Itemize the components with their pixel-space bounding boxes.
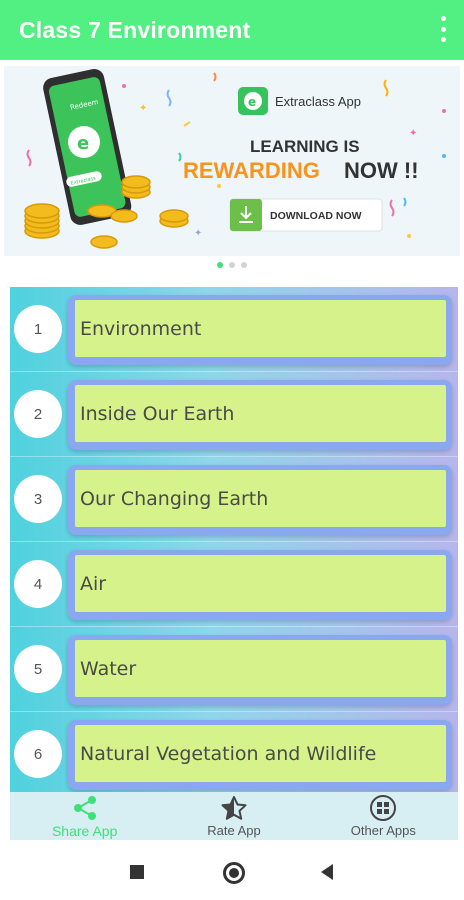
- back-icon[interactable]: [321, 864, 333, 880]
- download-now-label: DOWNLOAD NOW: [270, 210, 362, 222]
- brand-name: Extraclass App: [275, 94, 361, 109]
- chapter-row[interactable]: 3 Our Changing Earth: [10, 457, 458, 542]
- chapter-title: Natural Vegetation and Wildlife: [75, 725, 446, 782]
- chapter-row[interactable]: 6 Natural Vegetation and Wildlife: [10, 712, 458, 792]
- grid-apps-icon: [369, 794, 397, 822]
- nav-label: Other Apps: [350, 823, 416, 838]
- nav-share-app[interactable]: Share App: [10, 792, 159, 840]
- carousel-dot[interactable]: [229, 262, 235, 268]
- app-bar: Class 7 Environment: [0, 0, 464, 60]
- chapter-card[interactable]: Natural Vegetation and Wildlife: [68, 720, 452, 790]
- carousel-dot[interactable]: [241, 262, 247, 268]
- chapter-row[interactable]: 5 Water: [10, 627, 458, 712]
- banner-artwork: ✦ ✦ ✦ e Redeem Extraclass e Extraclass A…: [24, 69, 446, 249]
- chapter-row[interactable]: 1 Environment: [10, 287, 458, 372]
- chapter-row[interactable]: 2 Inside Our Earth: [10, 372, 458, 457]
- headline-now: NOW !!: [344, 158, 419, 183]
- headline-line1: LEARNING IS: [250, 137, 360, 156]
- star-rate-icon: [220, 794, 248, 822]
- chapter-number: 5: [14, 645, 62, 693]
- chapter-title: Air: [75, 555, 446, 612]
- system-navigation-bar: [0, 845, 464, 900]
- home-icon[interactable]: [223, 862, 245, 884]
- chapter-number: 1: [14, 305, 62, 353]
- chapter-card[interactable]: Our Changing Earth: [68, 465, 452, 535]
- svg-text:✦: ✦: [409, 128, 417, 139]
- headline-rewarding: REWARDING: [183, 158, 320, 183]
- download-now-button[interactable]: DOWNLOAD NOW: [229, 198, 383, 232]
- promo-banner[interactable]: ✦ ✦ ✦ e Redeem Extraclass e Extraclass A…: [4, 66, 460, 256]
- chapter-number: 3: [14, 475, 62, 523]
- svg-text:e: e: [77, 133, 89, 154]
- chapter-number: 6: [14, 730, 62, 778]
- nav-rate-app[interactable]: Rate App: [159, 792, 308, 840]
- chapter-card[interactable]: Air: [68, 550, 452, 620]
- chapter-title: Our Changing Earth: [75, 470, 446, 527]
- chapter-list: 1 Environment 2 Inside Our Earth 3 Our C…: [10, 287, 458, 792]
- chapter-title: Water: [75, 640, 446, 697]
- chapter-number: 4: [14, 560, 62, 608]
- carousel-dot[interactable]: [217, 262, 223, 268]
- bottom-navigation: Share App Rate App Other Apps: [10, 792, 458, 840]
- svg-text:✦: ✦: [194, 228, 202, 239]
- chapter-number: 2: [14, 390, 62, 438]
- chapter-row[interactable]: 4 Air: [10, 542, 458, 627]
- nav-other-apps[interactable]: Other Apps: [309, 792, 458, 840]
- chapter-card[interactable]: Water: [68, 635, 452, 705]
- carousel-indicator: [0, 262, 464, 268]
- app-title: Class 7 Environment: [19, 16, 251, 43]
- recents-icon[interactable]: [130, 865, 144, 879]
- phone-illustration: e Redeem Extraclass: [43, 69, 132, 225]
- svg-text:✦: ✦: [139, 103, 147, 114]
- brand-logo: e: [238, 87, 268, 115]
- chapter-card[interactable]: Environment: [68, 295, 452, 365]
- chapter-title: Environment: [75, 300, 446, 357]
- more-vert-icon[interactable]: [436, 16, 450, 42]
- nav-label: Share App: [51, 823, 118, 839]
- chapter-card[interactable]: Inside Our Earth: [68, 380, 452, 450]
- share-icon: [71, 794, 99, 822]
- chapter-title: Inside Our Earth: [75, 385, 446, 442]
- nav-label: Rate App: [207, 823, 261, 838]
- svg-text:e: e: [248, 95, 256, 109]
